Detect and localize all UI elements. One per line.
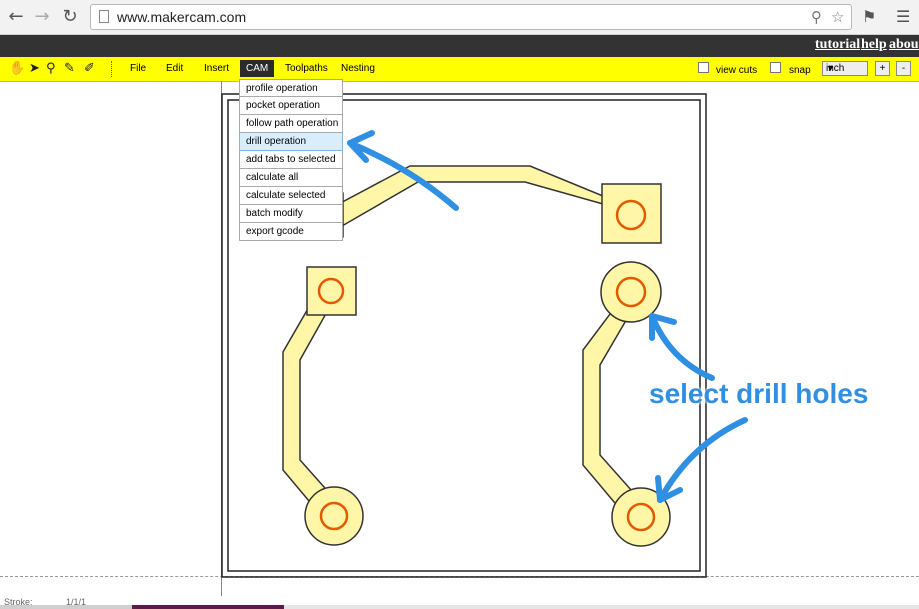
pencil-tool-icon[interactable]: ✐ xyxy=(84,61,95,76)
app-toolbar: ✋ ➤ ⚲ ✎ ✐ File Edit Insert CAM Toolpaths… xyxy=(0,57,919,82)
pad-left-top[interactable] xyxy=(306,266,357,316)
address-bar[interactable]: www.makercam.com ⚲ ☆ xyxy=(90,4,852,30)
menu-item-pocket-operation[interactable]: pocket operation xyxy=(239,97,343,115)
site-header: tutorial help about xyxy=(0,35,919,57)
annotation-arrow-top-hole xyxy=(649,313,715,381)
menu-item-batch-modify[interactable]: batch modify xyxy=(239,205,343,223)
about-link[interactable]: about xyxy=(889,35,919,55)
menu-item-calculate-selected[interactable]: calculate selected xyxy=(239,187,343,205)
snap-checkbox[interactable] xyxy=(770,62,781,73)
reload-button[interactable]: ↻ xyxy=(58,5,82,29)
trace-top[interactable] xyxy=(332,165,604,228)
status-strip-purple xyxy=(132,605,284,609)
chevron-down-icon: ▼ xyxy=(826,63,835,73)
menu-nesting[interactable]: Nesting xyxy=(341,63,375,74)
annotation-arrow-bottom-hole xyxy=(657,417,748,503)
back-button[interactable]: ← xyxy=(4,5,28,29)
cam-dropdown-menu: profile operation pocket operation follo… xyxy=(239,79,343,241)
menu-item-drill-operation[interactable]: drill operation xyxy=(239,133,343,151)
url-text: www.makercam.com xyxy=(117,9,247,25)
zoom-in-button[interactable]: + xyxy=(875,61,890,76)
toolbar-divider xyxy=(111,61,112,77)
pad-top-right[interactable] xyxy=(601,183,662,244)
forward-button[interactable]: → xyxy=(30,5,54,29)
menu-item-calculate-all[interactable]: calculate all xyxy=(239,169,343,187)
menu-item-add-tabs[interactable]: add tabs to selected xyxy=(239,151,343,169)
trace-right[interactable] xyxy=(582,309,642,517)
pen-tool-icon[interactable]: ✎ xyxy=(64,61,75,76)
bookmark-star-icon[interactable]: ☆ xyxy=(831,8,844,26)
pad-left-bottom[interactable] xyxy=(304,486,364,546)
hand-tool-icon[interactable]: ✋ xyxy=(9,61,25,76)
annotation-label: select drill holes xyxy=(649,378,869,409)
menu-edit[interactable]: Edit xyxy=(166,63,183,74)
status-strip-light xyxy=(284,605,919,609)
design-canvas[interactable] xyxy=(0,0,919,609)
menu-insert[interactable]: Insert xyxy=(204,63,229,74)
status-strip-gray xyxy=(0,605,132,609)
menu-item-follow-path-operation[interactable]: follow path operation xyxy=(239,115,343,133)
menu-toolpaths[interactable]: Toolpaths xyxy=(285,63,328,74)
tutorial-link[interactable]: tutorial xyxy=(815,35,860,55)
extension-icon[interactable]: ⚑ xyxy=(862,7,876,26)
menu-cam[interactable]: CAM xyxy=(240,60,275,77)
zoom-out-button[interactable]: - xyxy=(896,61,911,76)
menu-icon[interactable]: ☰ xyxy=(896,7,910,26)
menu-item-profile-operation[interactable]: profile operation xyxy=(239,79,343,97)
menu-file[interactable]: File xyxy=(130,63,146,74)
node-tool-icon[interactable]: ⚲ xyxy=(46,61,56,76)
pointer-tool-icon[interactable]: ➤ xyxy=(29,61,40,76)
help-link[interactable]: help xyxy=(861,35,887,55)
view-cuts-checkbox[interactable] xyxy=(698,62,709,73)
view-cuts-label: view cuts xyxy=(716,65,758,76)
page-icon xyxy=(99,10,109,23)
menu-item-export-gcode[interactable]: export gcode xyxy=(239,223,343,241)
unit-select[interactable]: inch ▼ xyxy=(822,61,868,76)
snap-label: snap xyxy=(789,65,811,76)
browser-toolbar: ← → ↻ www.makercam.com ⚲ ☆ ⚑ ☰ xyxy=(0,0,919,35)
zoom-icon[interactable]: ⚲ xyxy=(811,8,822,26)
